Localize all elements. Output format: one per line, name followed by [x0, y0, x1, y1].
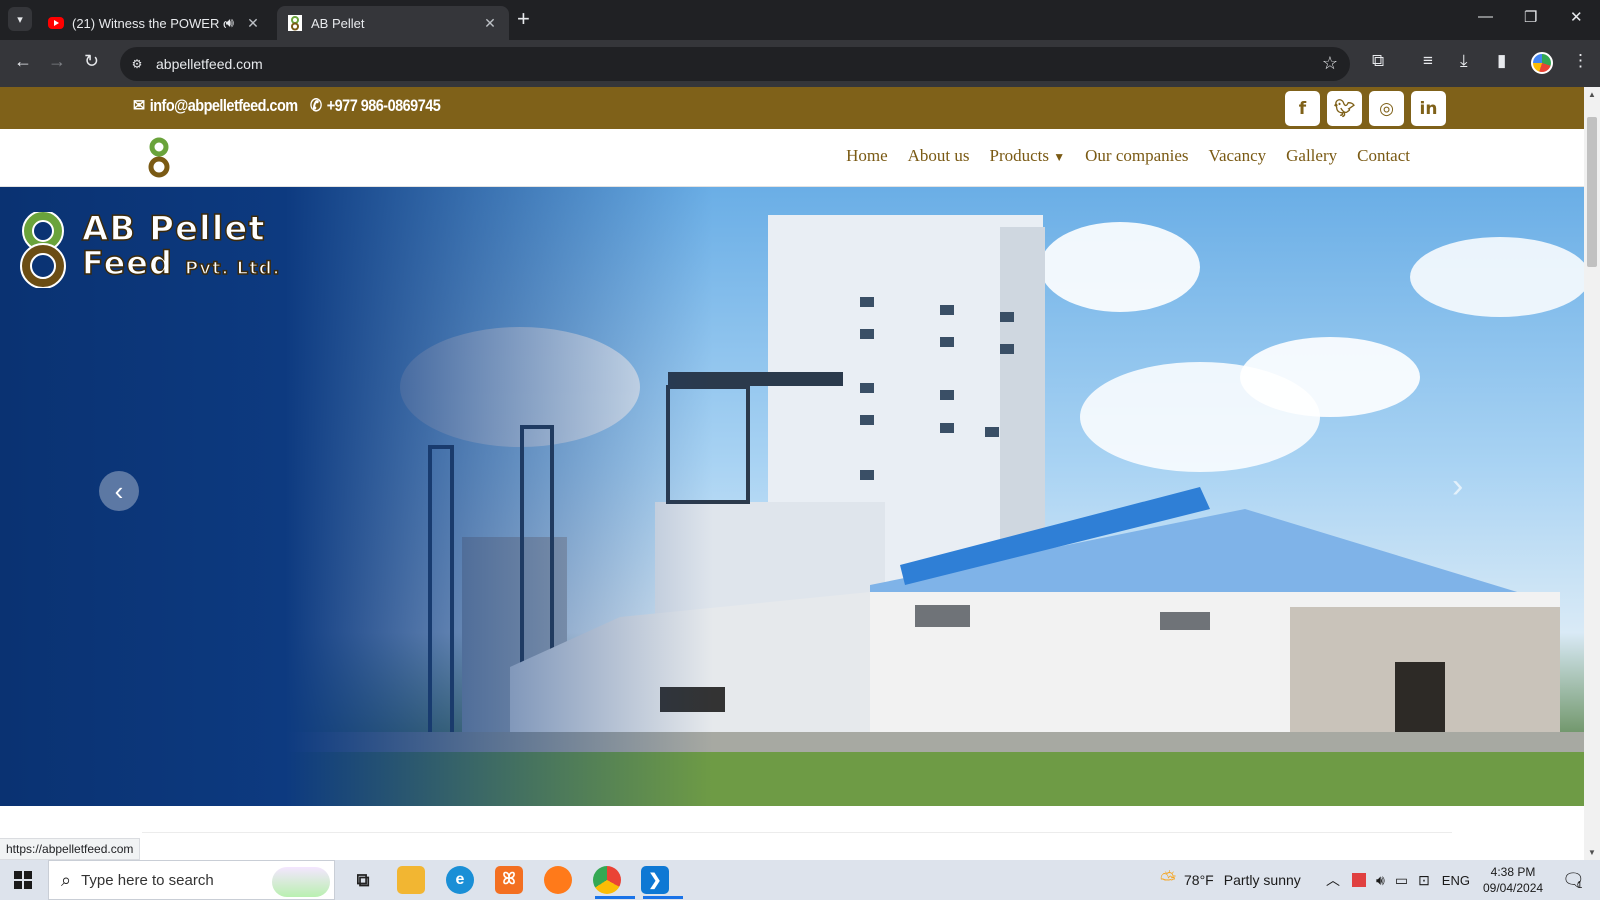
- phone-icon: ✆: [310, 96, 322, 115]
- system-tray: ︿ 🔊︎ ▭ ⊡ ENG: [1326, 860, 1470, 900]
- main-menu: Home About us Products ▼ Our companies V…: [846, 146, 1410, 166]
- ab-pellet-favicon: [287, 15, 303, 31]
- hero-carousel: AB Pellet Feed Pvt. Ltd. ‹ ›: [0, 187, 1584, 806]
- nav-home[interactable]: Home: [846, 146, 888, 166]
- battery-icon[interactable]: ⊡: [1418, 872, 1430, 889]
- window-close-icon[interactable]: ✕: [1570, 8, 1583, 26]
- tab-title: AB Pellet: [311, 15, 365, 31]
- caret-down-icon: ▼: [1053, 150, 1066, 164]
- bookmark-star-icon[interactable]: ☆: [1322, 53, 1338, 74]
- xampp-icon[interactable]: ꕤ: [495, 866, 523, 894]
- more-menu-icon[interactable]: ⋮: [1572, 51, 1589, 71]
- restore-icon[interactable]: ❐: [1524, 8, 1537, 26]
- ab-logo-mark-icon: [20, 212, 66, 288]
- task-view-icon[interactable]: ⧉: [349, 866, 377, 894]
- status-bar-url: https://abpelletfeed.com: [0, 838, 141, 860]
- language-indicator[interactable]: ENG: [1442, 873, 1470, 888]
- hero-logo-line1: AB Pellet: [81, 209, 266, 249]
- site-info-icon[interactable]: ⚙: [128, 55, 146, 73]
- new-tab-plus-icon[interactable]: +: [517, 8, 530, 30]
- vscode-icon[interactable]: ❯: [641, 866, 683, 899]
- chrome-icon[interactable]: [593, 866, 635, 899]
- close-icon[interactable]: ✕: [244, 15, 262, 32]
- browser-tab-strip: ▾ (21) Witness the POWER of 🔊︎ ✕ AB Pell…: [0, 0, 1600, 40]
- twitter-icon[interactable]: 🐦︎: [1327, 91, 1362, 126]
- nav-products-label: Products: [989, 146, 1050, 165]
- clock-date: 09/04/2024: [1483, 881, 1544, 895]
- search-highlight-art: [272, 867, 330, 897]
- weather-partly-sunny-icon: ⛅︎: [1160, 868, 1176, 891]
- weather-text: Partly sunny: [1223, 872, 1301, 888]
- carousel-prev-arrow-icon[interactable]: ‹: [99, 471, 139, 511]
- email-link[interactable]: ✉ info@abpelletfeed.com: [133, 96, 298, 116]
- hero-company-logo: AB Pellet Feed Pvt. Ltd.: [14, 209, 281, 288]
- envelope-icon: ✉: [133, 96, 145, 115]
- network-icon[interactable]: ▭: [1395, 872, 1408, 889]
- nav-gallery[interactable]: Gallery: [1286, 146, 1337, 166]
- browser-toolbar: ← → ↻ ⚙ abpelletfeed.com ☆ ⧉ ≡ ⤓ ▮ ⋮: [0, 40, 1600, 87]
- tab-search-chevron-icon[interactable]: ▾: [8, 7, 32, 31]
- extensions-icon[interactable]: ⧉: [1372, 51, 1384, 71]
- side-panel-icon[interactable]: ▮: [1497, 51, 1506, 71]
- windows-start-icon[interactable]: [14, 871, 32, 889]
- tab-title: (21) Witness the POWER of: [72, 15, 226, 31]
- linkedin-icon[interactable]: in: [1411, 91, 1446, 126]
- site-logo[interactable]: [147, 136, 171, 185]
- taskbar-search-placeholder[interactable]: Type here to search: [81, 872, 214, 889]
- speaker-icon[interactable]: 🔊︎: [226, 15, 234, 31]
- notification-center-icon[interactable]: 🗨︎ 1: [1562, 860, 1585, 900]
- edge-icon[interactable]: e: [446, 866, 474, 894]
- nav-our-companies[interactable]: Our companies: [1085, 146, 1188, 166]
- hero-logo-line2: Feed: [81, 244, 173, 282]
- page-scrollbar[interactable]: ▲ ▼: [1584, 87, 1600, 860]
- download-icon[interactable]: ⤓: [1460, 51, 1468, 71]
- nav-about-us[interactable]: About us: [908, 146, 970, 166]
- nav-vacancy[interactable]: Vacancy: [1209, 146, 1267, 166]
- notification-count: 1: [1576, 879, 1583, 891]
- firefox-icon[interactable]: [544, 866, 572, 894]
- tab-ab-pellet[interactable]: AB Pellet ✕: [277, 6, 509, 40]
- facebook-icon[interactable]: f: [1285, 91, 1320, 126]
- tab-youtube[interactable]: (21) Witness the POWER of 🔊︎ ✕: [38, 6, 272, 40]
- carousel-next-arrow-icon[interactable]: ›: [1452, 467, 1463, 506]
- hero-logo-suffix: Pvt. Ltd.: [184, 257, 281, 280]
- phone-text[interactable]: +977 986-0869745: [327, 96, 441, 116]
- weather-widget[interactable]: ⛅︎ 78°F Partly sunny: [1160, 860, 1301, 900]
- tray-app-icon[interactable]: [1352, 873, 1366, 887]
- media-queue-icon[interactable]: ≡: [1423, 51, 1433, 71]
- nav-contact[interactable]: Contact: [1357, 146, 1410, 166]
- weather-temp: 78°F: [1184, 872, 1214, 888]
- back-arrow-icon[interactable]: ←: [14, 51, 32, 72]
- youtube-icon: [48, 15, 64, 31]
- scroll-up-icon[interactable]: ▲: [1588, 90, 1596, 99]
- social-links: f 🐦︎ ◎ in: [1285, 91, 1446, 126]
- contact-topbar: ✉ info@abpelletfeed.com ✆ +977 986-08697…: [0, 87, 1584, 129]
- reload-icon[interactable]: ↻: [84, 51, 99, 72]
- email-text[interactable]: info@abpelletfeed.com: [150, 96, 298, 116]
- clock-time: 4:38 PM: [1490, 865, 1536, 879]
- phone-link[interactable]: ✆ +977 986-0869745: [310, 96, 441, 116]
- tray-chevron-up-icon[interactable]: ︿: [1326, 870, 1340, 890]
- site-navbar: Home About us Products ▼ Our companies V…: [0, 129, 1584, 187]
- instagram-icon[interactable]: ◎: [1369, 91, 1404, 126]
- scroll-down-icon[interactable]: ▼: [1588, 848, 1596, 857]
- volume-icon[interactable]: 🔊︎: [1376, 872, 1385, 889]
- address-bar[interactable]: ⚙ abpelletfeed.com ☆: [120, 47, 1350, 81]
- minimize-icon[interactable]: —: [1478, 8, 1493, 25]
- url-text[interactable]: abpelletfeed.com: [156, 56, 263, 72]
- windows-taskbar: ⌕ Type here to search ⧉ e ꕤ ❯ ⛅︎ 78°F Pa…: [0, 860, 1600, 900]
- forward-arrow-icon[interactable]: →: [48, 51, 66, 72]
- scrollbar-thumb[interactable]: [1587, 117, 1597, 267]
- search-icon: ⌕: [61, 869, 72, 890]
- profile-avatar[interactable]: [1531, 52, 1553, 74]
- close-icon[interactable]: ✕: [481, 15, 499, 32]
- nav-products[interactable]: Products ▼: [990, 146, 1066, 166]
- web-page: ✉ info@abpelletfeed.com ✆ +977 986-08697…: [0, 87, 1584, 860]
- content-section-edge: [142, 832, 1452, 860]
- file-explorer-icon[interactable]: [397, 866, 425, 894]
- taskbar-clock[interactable]: 4:38 PM 09/04/2024: [1483, 864, 1543, 896]
- taskbar-search-box[interactable]: ⌕ Type here to search: [48, 860, 335, 900]
